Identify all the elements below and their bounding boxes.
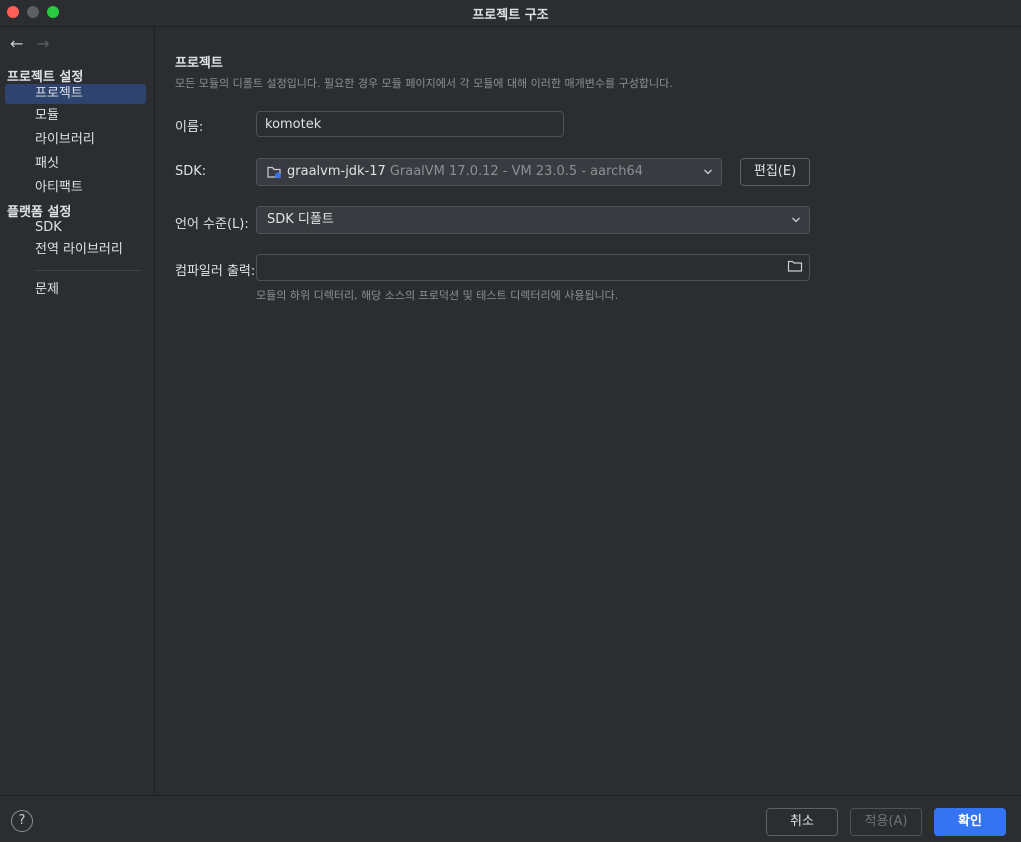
sdk-folder-icon [267,166,281,178]
cancel-button[interactable]: 취소 [766,808,838,836]
sidebar-item-project[interactable]: 프로젝트 [5,84,146,104]
compiler-output-field [256,254,810,281]
language-level-value: SDK 디폴트 [267,212,334,227]
nav-arrows: ← → [10,35,58,53]
apply-button[interactable]: 적용(A) [850,808,922,836]
sidebar-item-global-libraries[interactable]: 전역 라이브러리 [5,240,146,260]
sdk-name: graalvm-jdk-17 [287,164,386,179]
edit-sdk-button[interactable]: 편집(E) [740,158,810,186]
page-description: 모든 모듈의 디폴트 설정입니다. 필요한 경우 모듈 페이지에서 각 모듈에 … [175,77,673,90]
main-panel: 프로젝트 모든 모듈의 디폴트 설정입니다. 필요한 경우 모듈 페이지에서 각… [155,27,1021,795]
sidebar-divider [35,270,141,271]
sidebar-item-problems[interactable]: 문제 [5,280,146,300]
sdk-select[interactable]: graalvm-jdk-17 GraalVM 17.0.12 - VM 23.0.… [256,158,722,186]
folder-icon[interactable] [787,259,803,277]
sidebar-item-artifacts[interactable]: 아티팩트 [5,178,146,198]
sidebar-item-facets[interactable]: 패싯 [5,154,146,174]
sidebar-item-modules[interactable]: 모듈 [5,106,146,126]
language-level-label: 언어 수준(L): [175,217,249,232]
sidebar-item-sdk[interactable]: SDK [5,218,146,238]
chevron-down-icon [791,207,801,243]
compiler-output-hint: 모듈의 하위 디렉터리, 해당 소스의 프로덕션 및 테스트 디렉터리에 사용됩… [256,289,619,302]
name-input[interactable] [256,111,564,137]
title-bar: 프로젝트 구조 [0,0,1021,27]
compiler-output-input[interactable] [256,254,810,281]
footer: ? 취소 적용(A) 확인 [0,795,1021,842]
back-arrow-icon[interactable]: ← [10,35,32,53]
page-title: 프로젝트 [175,56,223,71]
name-label: 이름: [175,120,204,135]
sidebar-item-libraries[interactable]: 라이브러리 [5,130,146,150]
help-icon[interactable]: ? [11,810,33,832]
window-title: 프로젝트 구조 [472,8,549,23]
project-settings-header: 프로젝트 설정 [7,70,84,85]
chevron-down-icon [703,159,713,195]
compiler-output-label: 컴파일러 출력: [175,264,256,279]
language-level-select[interactable]: SDK 디폴트 [256,206,810,234]
sdk-label: SDK: [175,164,207,179]
sdk-detail: GraalVM 17.0.12 - VM 23.0.5 - aarch64 [389,164,644,179]
sidebar: ← → 프로젝트 설정 프로젝트 모듈 라이브러리 패싯 아티팩트 플랫폼 설정… [0,27,155,795]
ok-button[interactable]: 확인 [934,808,1006,836]
forward-arrow-icon[interactable]: → [36,35,58,53]
